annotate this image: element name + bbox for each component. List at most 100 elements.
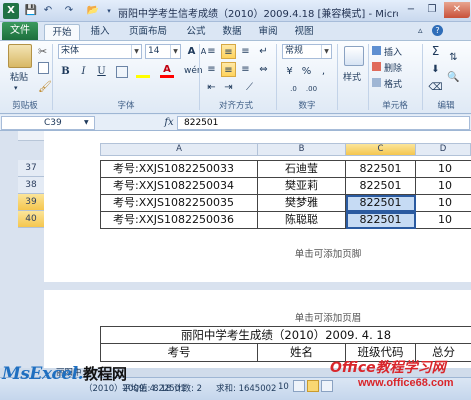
clear-icon[interactable]: ⌫: [428, 80, 443, 95]
name-box-dropdown-icon[interactable]: ▼: [84, 119, 89, 126]
align-right-icon[interactable]: ≡: [238, 62, 253, 77]
cell-c38[interactable]: 822501: [346, 178, 416, 195]
cell-c37[interactable]: 822501: [346, 161, 416, 178]
file-tab[interactable]: 文件: [2, 22, 38, 40]
open-icon[interactable]: 📂: [86, 4, 100, 18]
normal-view-icon[interactable]: [293, 380, 305, 392]
row-header-39[interactable]: 39: [18, 194, 44, 211]
align-left-icon[interactable]: ≡: [204, 62, 219, 77]
page-break-view-icon[interactable]: [321, 380, 333, 392]
chevron-down-icon: ▼: [170, 45, 180, 58]
format-cells-button[interactable]: 格式: [384, 77, 402, 90]
minimize-ribbon-icon[interactable]: ▵: [418, 26, 423, 36]
fill-icon[interactable]: ⬇: [428, 62, 443, 77]
cell-a39[interactable]: 考号:XXJS1082250035: [100, 195, 258, 212]
cell-d39[interactable]: 10: [416, 195, 471, 212]
comma-button[interactable]: ,: [316, 64, 331, 79]
cell-d40[interactable]: 10: [416, 212, 471, 229]
tab-view[interactable]: 视图: [288, 24, 320, 40]
help-icon[interactable]: ?: [432, 25, 443, 36]
column-header-d[interactable]: D: [416, 143, 471, 156]
add-footer-hint[interactable]: 单击可添加页脚: [258, 246, 398, 260]
cell-d37[interactable]: 10: [416, 161, 471, 178]
insert-cells-button[interactable]: 插入: [384, 45, 402, 58]
decrease-decimal-icon[interactable]: .00: [304, 82, 319, 97]
cell-b37[interactable]: 石迪莹: [258, 161, 346, 178]
align-top-icon[interactable]: ≡: [204, 44, 219, 59]
bold-button[interactable]: B: [58, 64, 73, 79]
undo-icon[interactable]: ↶: [41, 4, 55, 18]
zoom-level[interactable]: 10: [278, 382, 289, 392]
tab-review[interactable]: 审阅: [252, 24, 284, 40]
cell-a40[interactable]: 考号:XXJS1082250036: [100, 212, 258, 229]
page2-table-title[interactable]: 丽阳中学考生成绩（2010）2009. 4. 18: [100, 326, 471, 344]
sort-filter-icon[interactable]: ⇅: [446, 50, 461, 65]
align-bottom-icon[interactable]: ≡: [238, 44, 253, 59]
increase-decimal-icon[interactable]: .0: [286, 82, 301, 97]
redo-icon[interactable]: ↷: [62, 4, 76, 18]
format-painter-icon[interactable]: 🖌: [38, 80, 52, 93]
cell-b39[interactable]: 樊梦雅: [258, 195, 346, 212]
row-header-40[interactable]: 40: [18, 211, 44, 228]
page-layout-view-icon[interactable]: [307, 380, 319, 392]
align-middle-icon[interactable]: ≡: [221, 44, 236, 59]
customize-quick-access-icon[interactable]: ▾: [102, 4, 116, 18]
styles-button[interactable]: 样式: [343, 70, 361, 83]
borders-icon[interactable]: [116, 66, 128, 78]
cell-a37[interactable]: 考号:XXJS1082250033: [100, 161, 258, 178]
find-select-icon[interactable]: 🔍: [446, 70, 461, 85]
number-format-dropdown[interactable]: 常规 ▼: [282, 44, 332, 59]
delete-cells-button[interactable]: 删除: [384, 61, 402, 74]
row-header-37[interactable]: 37: [18, 160, 44, 177]
row-header-38[interactable]: 38: [18, 177, 44, 194]
merge-center-icon[interactable]: ⇔: [256, 62, 271, 77]
font-group-label: 字体: [117, 101, 135, 111]
formula-input[interactable]: 822501: [177, 116, 470, 130]
status-count: 计数: 2: [174, 384, 202, 394]
increase-indent-icon[interactable]: ⇥: [221, 80, 236, 95]
cell-d38[interactable]: 10: [416, 178, 471, 195]
minimize-button[interactable]: −: [401, 2, 421, 18]
cell-a38[interactable]: 考号:XXJS1082250034: [100, 178, 258, 195]
underline-button[interactable]: U: [94, 64, 109, 79]
font-color-icon[interactable]: A: [160, 64, 174, 78]
restore-button[interactable]: ❐: [422, 2, 442, 18]
decrease-indent-icon[interactable]: ⇤: [204, 80, 219, 95]
name-box[interactable]: C39: [1, 116, 95, 130]
number-format-value: 常规: [285, 46, 304, 56]
fill-color-icon[interactable]: [136, 64, 150, 78]
tab-formulas[interactable]: 公式: [180, 24, 212, 40]
close-button[interactable]: ✕: [444, 2, 470, 18]
autosum-button[interactable]: Σ: [428, 44, 443, 59]
tab-page-layout[interactable]: 页面布局: [120, 24, 176, 40]
orientation-icon[interactable]: ⟋: [242, 80, 257, 95]
cell-b38[interactable]: 樊亚莉: [258, 178, 346, 195]
font-size-dropdown[interactable]: 14 ▼: [145, 44, 181, 59]
copy-icon[interactable]: [38, 62, 49, 74]
cut-icon[interactable]: ✂: [38, 45, 47, 58]
currency-button[interactable]: ¥: [282, 64, 297, 79]
format-cells-icon: [372, 78, 381, 87]
cell-b40[interactable]: 陈聪聪: [258, 212, 346, 229]
column-header-a[interactable]: A: [100, 143, 258, 156]
font-name-dropdown[interactable]: 宋体 ▼: [58, 44, 142, 59]
paste-icon[interactable]: [8, 44, 32, 68]
italic-button[interactable]: I: [76, 64, 91, 79]
insert-function-button[interactable]: fx: [162, 116, 176, 130]
save-icon[interactable]: 💾: [24, 4, 38, 18]
percent-button[interactable]: %: [299, 64, 314, 79]
tab-home[interactable]: 开始: [44, 24, 80, 40]
styles-icon[interactable]: [344, 46, 364, 66]
page2-header-exam-no[interactable]: 考号: [100, 344, 258, 362]
tab-insert[interactable]: 插入: [84, 24, 116, 40]
paste-button[interactable]: 粘贴: [10, 70, 28, 83]
align-center-icon[interactable]: ≡: [221, 62, 236, 77]
wrap-text-icon[interactable]: ↵: [256, 44, 271, 59]
add-header-hint[interactable]: 单击可添加页眉: [258, 310, 398, 324]
column-header-c[interactable]: C: [346, 143, 416, 156]
column-header-b[interactable]: B: [258, 143, 346, 156]
cell-c39[interactable]: 822501: [346, 195, 416, 212]
paste-dropdown-icon[interactable]: ▾: [14, 84, 18, 92]
tab-data[interactable]: 数据: [216, 24, 248, 40]
cell-c40[interactable]: 822501: [346, 212, 416, 229]
